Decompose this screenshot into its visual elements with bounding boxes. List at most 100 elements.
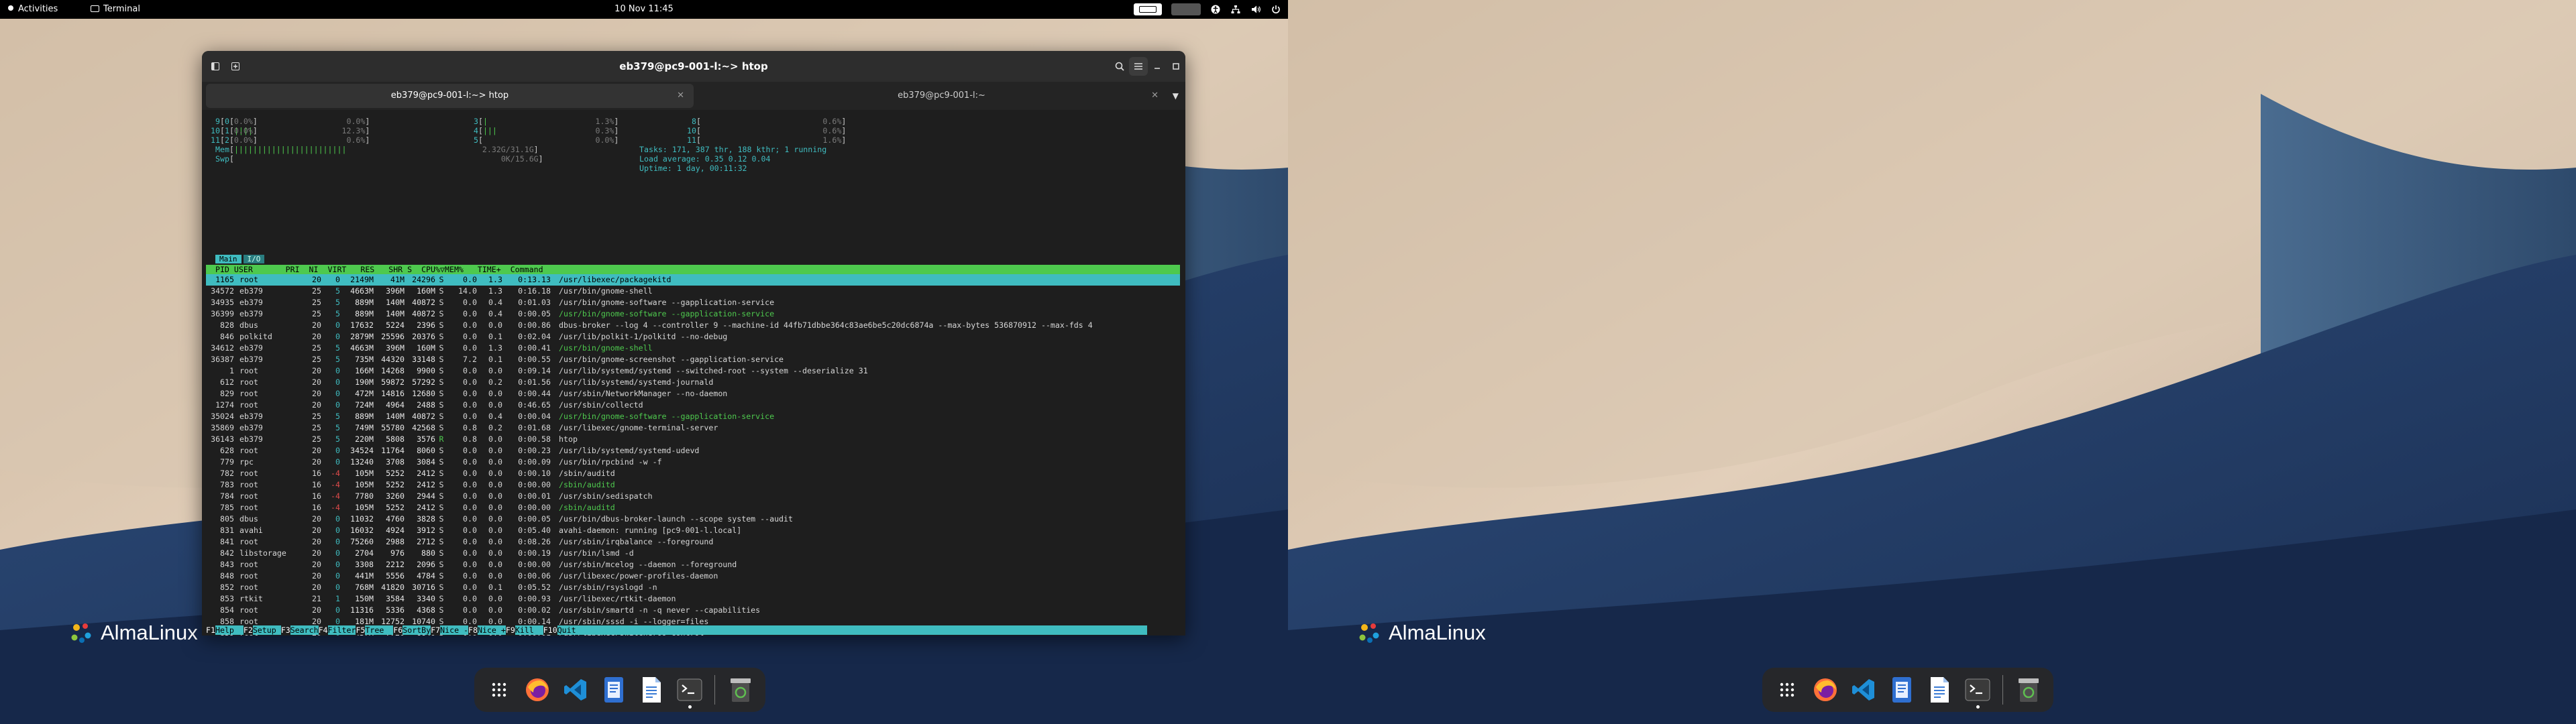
dock-editor[interactable]: [598, 671, 629, 709]
tab-htop[interactable]: eb379@pc9-001-l:~> htop ✕: [206, 84, 694, 108]
process-state: S: [439, 594, 444, 603]
process-priority: 16: [312, 491, 321, 501]
fkey-f7[interactable]: F7Nice -: [431, 625, 469, 635]
process-row[interactable]: 842 libstorage 20 0 2704 976 880 S 0.0 0.0 0:00.19…: [206, 548, 1180, 559]
process-user: root: [239, 400, 258, 410]
process-row[interactable]: 848 root 20 0 441M 5556 4784 S 0.0 0.0 0:00.06/usr…: [206, 570, 1180, 582]
process-table-header[interactable]: PID USER PRI NI VIRT RES SHR S CPU%▽MEM%…: [206, 265, 1180, 274]
dock-trash[interactable]: [724, 671, 756, 709]
dock-show-apps[interactable]: [1772, 671, 1803, 709]
process-row[interactable]: 1 root 20 0 166M 14268 9900 S 0.0 0.0 0:09.14/usr/…: [206, 365, 1180, 377]
process-row[interactable]: 779 rpc 20 0 13240 3708 3084 S 0.0 0.0 0:00.09/usr…: [206, 457, 1180, 468]
process-cpu: 0.0: [463, 605, 477, 615]
process-user: root: [239, 389, 258, 398]
cpu-meter: 11[ 1.6%]: [682, 135, 883, 145]
fkey-f3[interactable]: F3Search: [280, 625, 319, 635]
process-row[interactable]: 36143 eb379 25 5 220M 5808 3576 R 0.8 0.0 0:00.58 h…: [206, 434, 1180, 445]
fkey-f4[interactable]: F4Filter: [318, 625, 356, 635]
maximize-icon[interactable]: [1167, 57, 1185, 76]
process-row[interactable]: 36387 eb379 25 5 735M 44320 33148 S 7.2 0.1 0:00.5…: [206, 354, 1180, 365]
dock-terminal[interactable]: [1962, 671, 1994, 709]
process-pid: 848: [220, 571, 234, 581]
dock-terminal[interactable]: [674, 671, 706, 709]
fkey-f6[interactable]: F6SortBy: [393, 625, 431, 635]
fkey-f10[interactable]: F10Quit: [543, 625, 586, 635]
process-row[interactable]: 846 polkitd 20 0 2879M 25596 20376 S 0.0 0.1 0:02.…: [206, 331, 1180, 343]
swap-meter: Swp[ 0K/15.6G]: [215, 154, 543, 164]
process-time: 0:00.00: [518, 503, 551, 512]
input-method-indicator[interactable]: [1171, 3, 1201, 15]
power-icon[interactable]: [1271, 4, 1281, 15]
process-row[interactable]: 36399 eb379 25 5 889M 140M 40872 S 0.0 0.4 0:00.05…: [206, 308, 1180, 320]
process-row[interactable]: 612 root 20 0 190M 59872 57292 S 0.0 0.2 0:01.56/u…: [206, 377, 1180, 388]
process-row[interactable]: 843 root 20 0 3308 2212 2096 S 0.0 0.0 0:00.00/usr…: [206, 559, 1180, 570]
tab-close-icon[interactable]: ✕: [1151, 82, 1159, 110]
process-row[interactable]: 35024 eb379 25 5 889M 140M 40872 S 0.0 0.4 0:00.04…: [206, 411, 1180, 422]
process-shr: 40872: [412, 412, 435, 421]
process-row[interactable]: 785 root 16 -4 105M 5252 2412 S 0.0 0.0 0:00.00/sb…: [206, 502, 1180, 514]
process-row[interactable]: 34572 eb379 25 5 4663M 396M 160M S 14.0 1.3 0:16.1…: [206, 286, 1180, 297]
process-row[interactable]: 35869 eb379 25 5 749M 55780 42568 S 0.8 0.2 0:01.6…: [206, 422, 1180, 434]
process-time: 0:01.68: [518, 423, 551, 432]
process-nice: 0: [335, 389, 340, 398]
htop-tab-main[interactable]: Main: [215, 255, 241, 263]
process-state: S: [439, 480, 444, 489]
process-row[interactable]: 853 rtkit 21 1 150M 3584 3340 S 0.0 0.0 0:00.93/us…: [206, 593, 1180, 605]
terminal-window[interactable]: eb379@pc9-001-l:~> htop eb379@pc9-001-l:…: [202, 51, 1185, 636]
process-row[interactable]: 1274 root 20 0 724M 4964 2488 S 0.0 0.0 0:46.65/us…: [206, 400, 1180, 411]
process-row[interactable]: 1165 root 20 0 2149M 41M 24296 S 0.0 1.3 0:13.13/u…: [206, 274, 1180, 286]
keyboard-layout-indicator[interactable]: [1134, 3, 1162, 15]
fkey-f9[interactable]: F9Kill: [505, 625, 543, 635]
dock-show-apps[interactable]: [484, 671, 515, 709]
dock-vscode[interactable]: [559, 671, 591, 709]
volume-icon[interactable]: [1250, 4, 1261, 15]
clock[interactable]: 10 Nov 11:45: [0, 0, 1288, 19]
process-row[interactable]: 805 dbus 20 0 11032 4760 3828 S 0.0 0.0 0:00.05/us…: [206, 514, 1180, 525]
header-bar[interactable]: eb379@pc9-001-l:~> htop: [202, 51, 1185, 82]
process-row[interactable]: 782 root 16 -4 105M 5252 2412 S 0.0 0.0 0:00.10/sb…: [206, 468, 1180, 479]
process-nice: 5: [335, 343, 340, 353]
process-cpu: 0.8: [463, 423, 477, 432]
dock-firefox[interactable]: [522, 671, 553, 709]
fkey-f8[interactable]: F8Nice +: [468, 625, 506, 635]
process-row[interactable]: 852 root 20 0 768M 41820 30716 S 0.0 0.1 0:05.52/u…: [206, 582, 1180, 593]
process-row[interactable]: 34935 eb379 25 5 889M 140M 40872 S 0.0 0.4 0:01.03…: [206, 297, 1180, 308]
tab-list-dropdown-icon[interactable]: ▼: [1173, 82, 1179, 110]
process-state: S: [439, 355, 444, 364]
hamburger-menu-icon[interactable]: [1129, 57, 1148, 76]
process-row[interactable]: 841 root 20 0 75260 2988 2712 S 0.0 0.0 0:08.26/us…: [206, 536, 1180, 548]
process-row[interactable]: 854 root 20 0 11316 5336 4368 S 0.0 0.0 0:00.02/us…: [206, 605, 1180, 616]
process-time: 0:13.13: [518, 275, 551, 284]
process-row[interactable]: 831 avahi 20 0 16032 4924 3912 S 0.0 0.0 0:05.40 av…: [206, 525, 1180, 536]
fkey-key: F6: [393, 625, 403, 635]
dock-vscode[interactable]: [1847, 671, 1879, 709]
fkey-f5[interactable]: F5Tree: [356, 625, 394, 635]
process-mem: 0.0: [488, 389, 502, 398]
accessibility-icon[interactable]: [1210, 4, 1221, 15]
minimize-icon[interactable]: [1148, 57, 1167, 76]
dock-document-viewer[interactable]: [1924, 671, 1955, 709]
dock-editor[interactable]: [1886, 671, 1917, 709]
cpu-bracket: ]: [841, 126, 847, 135]
fkey-f1[interactable]: F1Help: [206, 625, 244, 635]
process-row[interactable]: 829 root 20 0 472M 14816 12680 S 0.0 0.0 0:00.44/u…: [206, 388, 1180, 400]
dock-document-viewer[interactable]: [636, 671, 667, 709]
search-icon[interactable]: [1110, 57, 1129, 76]
fkey-f2[interactable]: F2Setup: [243, 625, 281, 635]
process-row[interactable]: 783 root 16 -4 105M 5252 2412 S 0.0 0.0 0:00.00/sb…: [206, 479, 1180, 491]
tab-close-icon[interactable]: ✕: [677, 84, 684, 108]
tab-shell[interactable]: eb379@pc9-001-l:~ ✕: [698, 82, 1185, 110]
process-pid: 1: [229, 366, 234, 375]
process-row[interactable]: 628 root 20 0 34524 11764 8060 S 0.0 0.0 0:00.23/u…: [206, 445, 1180, 457]
dock-firefox[interactable]: [1810, 671, 1841, 709]
process-row[interactable]: 34612 eb379 25 5 4663M 396M 160M S 0.0 1.3 0:00.41…: [206, 343, 1180, 354]
htop-tab-io[interactable]: I/O: [243, 255, 265, 263]
dock-trash[interactable]: [2012, 671, 2044, 709]
status-area[interactable]: [1134, 0, 1281, 19]
network-icon[interactable]: [1230, 4, 1241, 15]
process-row[interactable]: 784 root 16 -4 7780 3260 2944 S 0.0 0.0 0:00.01/us…: [206, 491, 1180, 502]
htop-screen[interactable]: 0[ 0.0%] 1[|||| 12.3%] 2[ 0.6%] 3[| 1.3%…: [206, 110, 1180, 636]
dock-separator: [2002, 675, 2004, 705]
process-row[interactable]: 828 dbus 20 0 17632 5224 2396 S 0.0 0.0 0:00.86 dbu…: [206, 320, 1180, 331]
process-shr: 24296: [412, 275, 435, 284]
